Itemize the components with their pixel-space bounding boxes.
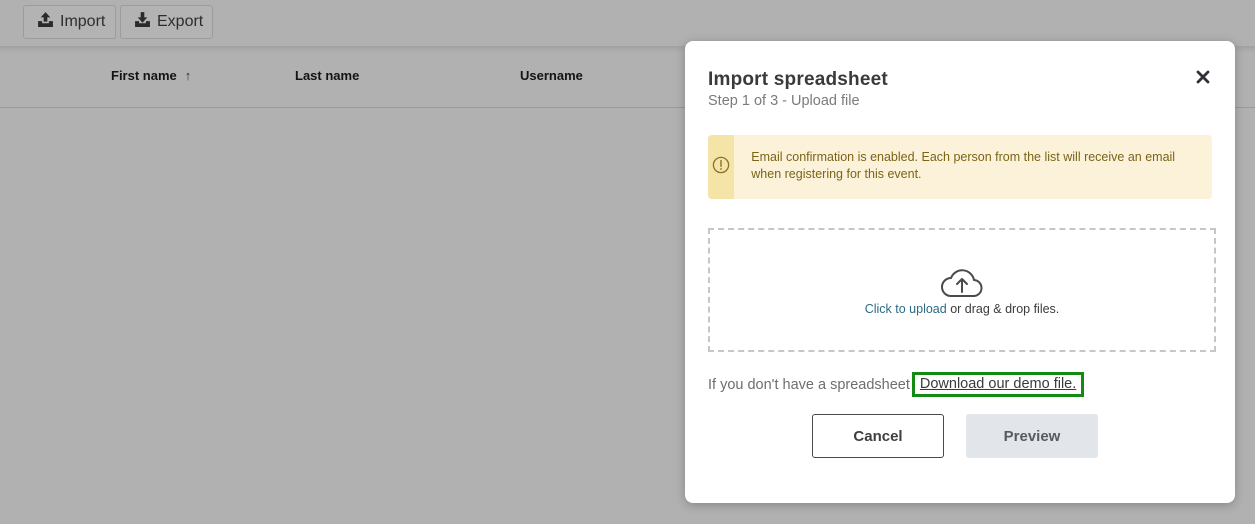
- demo-file-row: If you don't have a spreadsheet Download…: [708, 372, 1085, 397]
- export-label: Export: [157, 13, 204, 30]
- import-button[interactable]: Import: [23, 5, 116, 39]
- dropzone-text: Click to upload or drag & drop files.: [865, 302, 1060, 316]
- cancel-button[interactable]: Cancel: [812, 414, 944, 458]
- exclamation-circle-icon: [712, 156, 730, 179]
- alert-text: Email confirmation is enabled. Each pers…: [751, 150, 1176, 181]
- click-to-upload-link[interactable]: Click to upload: [865, 302, 947, 316]
- file-dropzone[interactable]: Click to upload or drag & drop files.: [708, 228, 1216, 352]
- upload-icon: [37, 11, 54, 33]
- toolbar: Import Export: [0, 0, 1255, 46]
- email-confirmation-alert: Email confirmation is enabled. Each pers…: [708, 135, 1212, 199]
- cloud-upload-icon: [940, 266, 984, 300]
- download-demo-file-link[interactable]: Download our demo file.: [911, 372, 1085, 397]
- modal-title: Import spreadsheet: [708, 69, 888, 90]
- column-header-first-name[interactable]: First name ↑: [111, 68, 191, 83]
- alert-icon-container: [708, 135, 735, 199]
- close-icon: [1196, 70, 1210, 89]
- close-button[interactable]: [1193, 69, 1213, 89]
- column-header-last-name[interactable]: Last name: [295, 68, 359, 83]
- modal-subtitle: Step 1 of 3 - Upload file: [708, 93, 860, 109]
- demo-prefix-text: If you don't have a spreadsheet: [708, 376, 910, 393]
- export-button[interactable]: Export: [120, 5, 213, 39]
- import-label: Import: [60, 13, 106, 30]
- arrow-up-icon: ↑: [184, 68, 192, 83]
- column-header-username[interactable]: Username: [520, 68, 583, 83]
- preview-button[interactable]: Preview: [966, 414, 1098, 458]
- import-spreadsheet-modal: Import spreadsheet Step 1 of 3 - Upload …: [685, 41, 1235, 503]
- download-icon: [134, 11, 151, 33]
- drag-drop-text: or drag & drop files.: [946, 302, 1060, 316]
